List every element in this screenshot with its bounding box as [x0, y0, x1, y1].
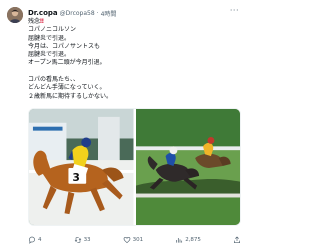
- retweet-button[interactable]: 33: [74, 236, 91, 244]
- heart-icon: [123, 236, 130, 244]
- retweet-icon: [74, 237, 81, 243]
- reply-icon: [28, 236, 36, 244]
- steeplechase-photo[interactable]: [135, 109, 240, 225]
- reply-button[interactable]: 4: [28, 236, 42, 244]
- like-button[interactable]: 301: [123, 236, 144, 244]
- like-count: 301: [132, 237, 144, 243]
- views-icon: [176, 238, 183, 243]
- action-bar: 4 33 301 2,875: [28, 234, 241, 246]
- display-name[interactable]: Dr.copa: [28, 9, 58, 17]
- double-exclamation: ‼: [40, 18, 44, 25]
- views-button[interactable]: 2,875: [175, 236, 201, 244]
- text-line: 屈腱炎で引退。: [28, 34, 71, 42]
- tweet-text: 残念‼ コパノニコルソン 屈腱炎で引退。 今月は、コパノサントスも 屈腱炎で引退…: [28, 18, 238, 101]
- tweet-card[interactable]: Dr.copa @Drcopa58 · 4時間 ··· 残念‼ コパノニコルソン…: [0, 0, 247, 250]
- reply-count: 4: [38, 237, 42, 243]
- text-line: ２歳新馬に期待するしかない。: [28, 92, 113, 100]
- text-line-1: 残念‼: [28, 18, 44, 25]
- saddle-number: 3: [72, 171, 80, 184]
- timestamp[interactable]: 4時間: [101, 9, 117, 18]
- view-count: 2,875: [185, 237, 201, 243]
- tweet-header: Dr.copa @Drcopa58 · 4時間: [28, 8, 116, 18]
- avatar[interactable]: [7, 7, 23, 23]
- text-line: どんどん手薄になっていく。: [28, 84, 106, 92]
- retweet-count: 33: [83, 237, 91, 243]
- more-icon[interactable]: ···: [230, 6, 239, 15]
- text-line: 今月は、コパノサントスも: [28, 42, 101, 50]
- racehorse-photo[interactable]: 3: [29, 109, 134, 225]
- share-button[interactable]: [233, 236, 241, 244]
- text-line: コパノニコルソン: [28, 26, 77, 34]
- user-handle[interactable]: @Drcopa58: [60, 10, 95, 17]
- separator-dot: ·: [96, 9, 99, 17]
- media-grid: 3: [28, 108, 241, 226]
- share-icon: [234, 236, 240, 243]
- text-line: 残念‼: [28, 18, 238, 26]
- text-line: オープン馬二頭が今月引退。: [28, 59, 106, 67]
